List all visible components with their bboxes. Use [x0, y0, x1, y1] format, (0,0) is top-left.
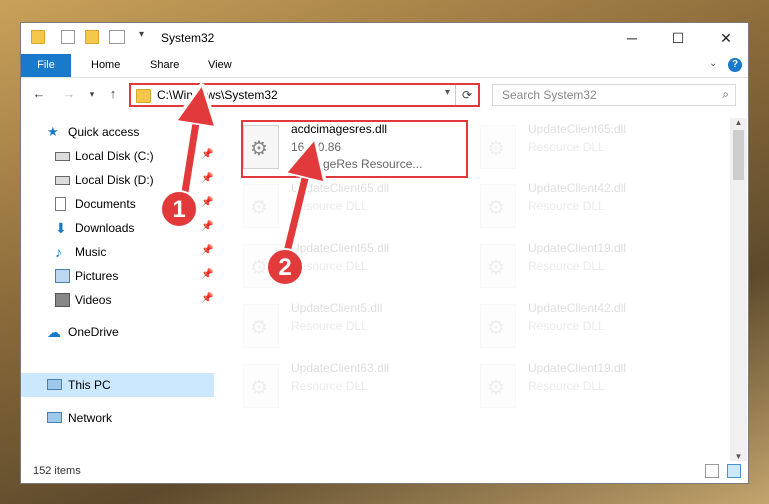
instruction-arrows [0, 0, 769, 254]
callout-badge-2: 2 [266, 248, 304, 286]
callout-badge-1: 1 [160, 190, 198, 228]
arrow-2 [283, 158, 310, 253]
